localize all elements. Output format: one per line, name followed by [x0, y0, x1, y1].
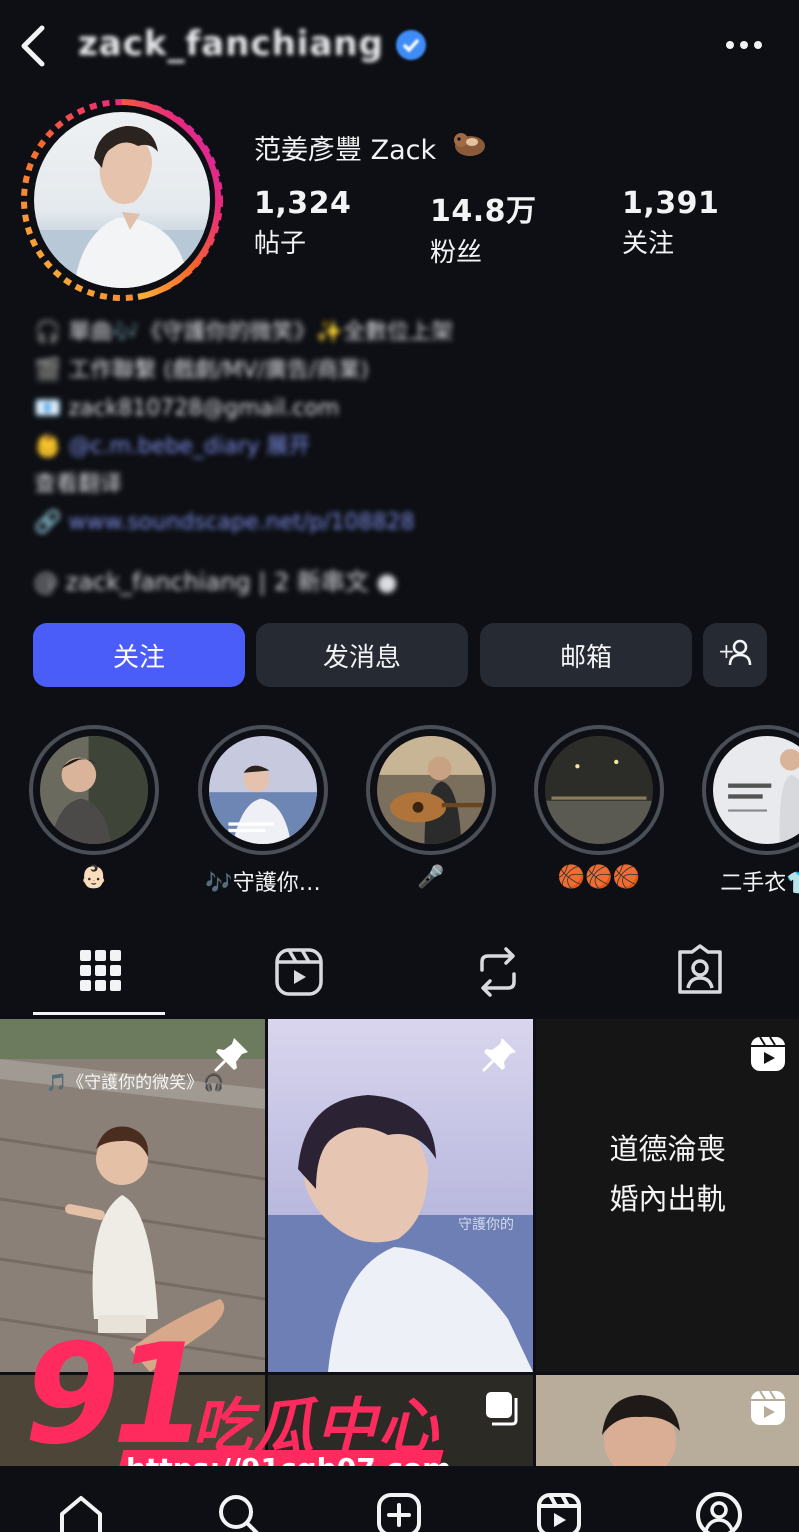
stat-followers-value: 14.8万	[430, 194, 537, 229]
carousel-icon	[482, 1388, 522, 1428]
stat-following-label: 关注	[622, 229, 675, 259]
highlight-label: 👶🏻	[80, 865, 108, 890]
pin-icon	[212, 1034, 252, 1074]
top-bar: zack_fanchiang	[0, 0, 799, 92]
highlight-cover	[40, 736, 148, 844]
profile-username: zack_fanchiang	[78, 24, 384, 64]
more-horizontal-icon[interactable]	[722, 28, 766, 62]
highlight-label: 二手衣👕	[720, 871, 799, 896]
follow-button[interactable]: 关注	[33, 623, 245, 687]
highlight-label: 🏀🏀🏀	[557, 865, 641, 890]
highlight-label: 🎤	[417, 865, 445, 890]
stat-following-value: 1,391	[622, 186, 720, 221]
svg-text:守護你的: 守護你的	[458, 1217, 514, 1233]
tab-posts[interactable]	[72, 944, 128, 1000]
story-highlight[interactable]: 👶🏻	[29, 725, 159, 890]
highlight-cover	[713, 736, 799, 844]
email-button[interactable]: 邮箱	[480, 623, 692, 687]
profile-bio: 🎧 單曲🎶《守護你的微笑》✨全數位上架 🎬 工作聯繫 (戲劇/MV/廣告/商業)…	[34, 314, 634, 542]
post-text-line: 婚內出軌	[609, 1182, 726, 1216]
search-icon[interactable]	[214, 1490, 264, 1532]
stat-posts[interactable]: 1,324 帖子	[254, 186, 351, 260]
reels-icon	[271, 948, 327, 1004]
grid-icon	[72, 950, 128, 1004]
stat-posts-label: 帖子	[254, 229, 307, 259]
active-tab-indicator	[33, 1012, 165, 1015]
post-text-line: 道德淪喪	[609, 1132, 726, 1166]
tab-reels[interactable]	[271, 944, 327, 1000]
home-icon[interactable]	[56, 1490, 106, 1532]
bio-translate[interactable]: 查看翻译	[34, 466, 634, 504]
reels-icon	[748, 1034, 788, 1074]
tagged-icon	[672, 944, 728, 1004]
bio-email[interactable]: 📧 zack810728@gmail.com	[34, 390, 634, 428]
bio-line: 🎬 工作聯繫 (戲劇/MV/廣告/商業)	[34, 358, 369, 383]
story-highlight[interactable]: 🎤	[366, 725, 496, 890]
highlight-cover	[377, 736, 485, 844]
suggest-people-button[interactable]: +	[703, 623, 767, 687]
stat-posts-value: 1,324	[254, 186, 352, 221]
pin-icon	[480, 1034, 520, 1074]
reels-icon[interactable]	[534, 1490, 584, 1532]
chevron-left-icon[interactable]	[14, 22, 54, 70]
bio-mention-link[interactable]: 👶 @c.m.bebe_diary 展开	[34, 428, 634, 466]
add-person-icon: +	[718, 637, 752, 674]
profile-avatar[interactable]	[34, 112, 210, 288]
story-highlight[interactable]: 二手衣👕	[702, 725, 799, 897]
stat-following[interactable]: 1,391 关注	[622, 186, 719, 260]
verified-badge-icon	[394, 28, 428, 62]
post-caption-overlay: 🎵《守護你的微笑》🎧	[46, 1073, 225, 1093]
bio-line: 🎧 單曲🎶《守護你的微笑》✨全數位上架	[34, 320, 454, 345]
highlight-cover	[545, 736, 653, 844]
highlight-label: 🎶守護你…	[205, 871, 321, 896]
story-highlight[interactable]: 🏀🏀🏀	[534, 725, 664, 890]
tab-reposts[interactable]	[470, 944, 526, 1000]
watermark-number: 91	[24, 1314, 208, 1475]
stat-followers[interactable]: 14.8万 粉丝	[430, 186, 537, 269]
reposts-icon	[470, 947, 526, 1004]
story-highlight[interactable]: 🎶守護你…	[198, 725, 328, 897]
reels-icon	[748, 1388, 788, 1428]
profile-icon[interactable]	[694, 1490, 744, 1532]
message-button[interactable]: 发消息	[256, 623, 468, 687]
create-icon[interactable]	[374, 1490, 424, 1532]
tab-tagged[interactable]	[672, 944, 728, 1000]
display-name: 范姜彥豐 Zack	[254, 135, 437, 166]
highlight-cover	[209, 736, 317, 844]
stat-followers-label: 粉丝	[430, 238, 483, 268]
bio-website-link[interactable]: 🔗 www.soundscape.net/p/108828	[34, 504, 634, 542]
threads-badge[interactable]: @ zack_fanchiang | 2 新串文 ●	[34, 562, 397, 597]
otter-emoji-icon	[452, 128, 488, 160]
